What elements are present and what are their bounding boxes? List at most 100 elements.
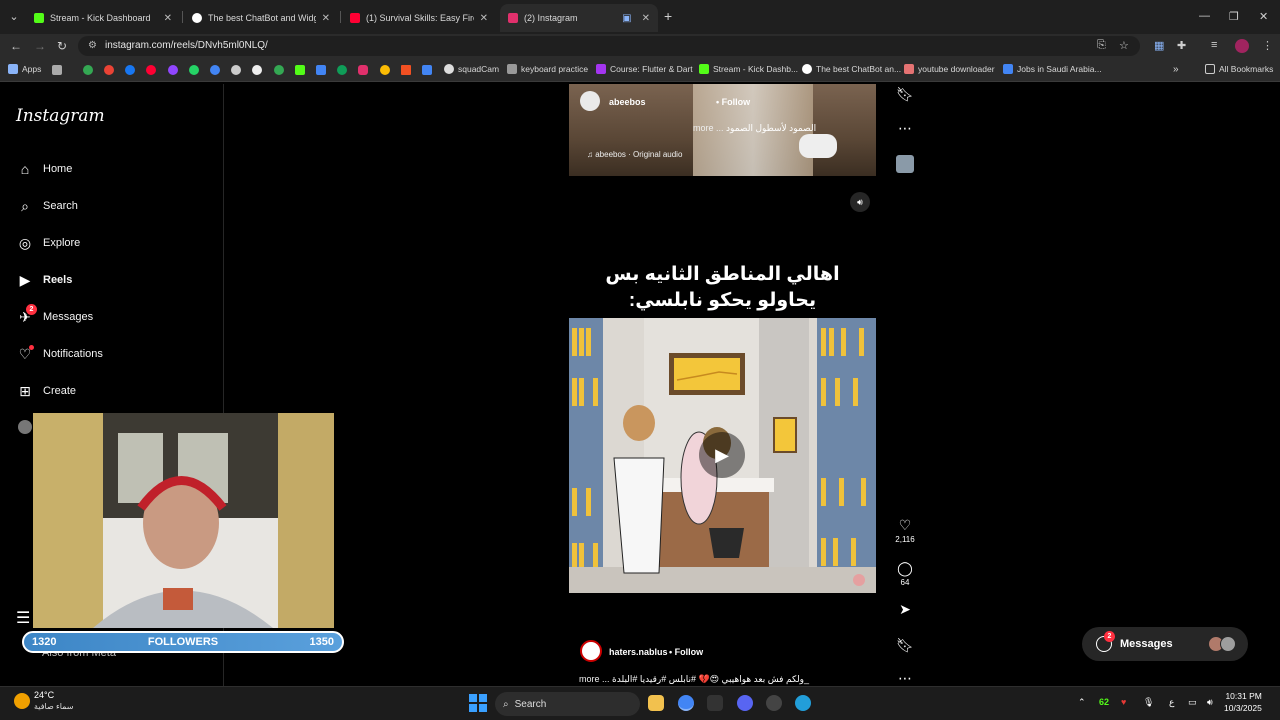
close-tab-icon[interactable]: ✕: [322, 13, 330, 24]
bookmark-icon[interactable]: [210, 65, 220, 75]
more-options-button[interactable]: ⋯: [894, 670, 916, 686]
bookmark-course-flutter[interactable]: Course: Flutter & Dart: [596, 64, 693, 74]
bookmark-icon[interactable]: [104, 65, 114, 75]
reel2-follow-button[interactable]: • Follow: [669, 647, 703, 657]
microphone-icon[interactable]: 🎙︎: [1143, 697, 1154, 708]
all-bookmarks[interactable]: All Bookmarks: [1205, 64, 1273, 74]
discord-icon[interactable]: [737, 695, 753, 711]
profile-avatar[interactable]: [1235, 39, 1249, 53]
volume-icon[interactable]: 🔊︎: [1207, 697, 1213, 708]
bookmark-keyboard-practice[interactable]: keyboard practice: [507, 64, 588, 74]
reel1-caption[interactable]: more ... الصمود لأسطول الصمود: [693, 123, 816, 134]
browser-menu-icon[interactable]: ⋮: [1262, 39, 1273, 52]
facebook-icon[interactable]: [125, 65, 135, 75]
reel1-follow-button[interactable]: • Follow: [716, 97, 750, 107]
tab-instagram[interactable]: (2) Instagram ▣ ✕: [500, 4, 658, 32]
tray-app-icon[interactable]: ♥: [1121, 697, 1126, 707]
close-tab-icon[interactable]: ✕: [642, 13, 650, 24]
drive-icon[interactable]: [380, 65, 390, 75]
more-bookmarks-icon[interactable]: »: [1173, 64, 1179, 75]
keyboard-language[interactable]: ع: [1169, 697, 1174, 708]
bookmark-icon[interactable]: [274, 65, 284, 75]
bookmark-youtube-downloader[interactable]: youtube downloader: [904, 64, 995, 74]
restore-icon[interactable]: ❐: [1229, 10, 1239, 23]
tray-overflow-icon[interactable]: ⌃: [1078, 697, 1086, 708]
bookmark-kick-dashboard[interactable]: Stream - Kick Dashb...: [699, 64, 798, 74]
bookmark-icon[interactable]: [83, 65, 93, 75]
mute-toggle-icon[interactable]: 🔊︎: [850, 192, 870, 212]
translate-icon[interactable]: [316, 65, 326, 75]
extension-icon[interactable]: ▦: [1154, 39, 1164, 52]
nav-notifications[interactable]: ♡ Notifications: [16, 345, 103, 363]
system-clock[interactable]: 10:31 PM 10/3/2025: [1224, 690, 1262, 714]
nav-messages[interactable]: ✈ 2 Messages: [16, 304, 93, 326]
app-icon[interactable]: [766, 695, 782, 711]
site-info-icon[interactable]: ⚙: [88, 40, 97, 51]
forward-icon[interactable]: →: [34, 39, 46, 53]
nav-home[interactable]: ⌂ Home: [16, 160, 73, 178]
reel1-audio-thumbnail[interactable]: [894, 155, 916, 173]
taskbar-search[interactable]: ⌕ Search: [495, 692, 640, 716]
file-explorer-icon[interactable]: [648, 695, 664, 711]
share-button[interactable]: ➤: [894, 601, 916, 617]
tab-youtube-survival[interactable]: (1) Survival Skills: Easy Firestarti ✕: [342, 4, 496, 32]
bookmark-icon[interactable]: [231, 65, 241, 75]
reel1-username[interactable]: abeebos: [609, 97, 646, 107]
instagram-logo[interactable]: Instagram: [16, 106, 105, 126]
tab-kick-dashboard[interactable]: Stream - Kick Dashboard ✕: [26, 4, 180, 32]
nav-reels[interactable]: ▶ Reels: [16, 271, 73, 289]
more-menu-icon[interactable]: ☰: [16, 608, 30, 628]
weather-temperature[interactable]: 24°C: [34, 690, 54, 700]
tab-groups-icon[interactable]: [52, 65, 62, 75]
telegram-icon[interactable]: [795, 695, 811, 711]
bookmark-jobs-saudi[interactable]: Jobs in Saudi Arabia...: [1003, 64, 1102, 74]
close-tab-icon[interactable]: ✕: [164, 13, 172, 24]
tray-app-count[interactable]: 62: [1099, 697, 1109, 707]
windows-start-icon[interactable]: [469, 694, 487, 712]
reel1-user-avatar[interactable]: [580, 91, 600, 111]
reel2-username[interactable]: haters.nablus: [609, 647, 668, 657]
reel2-user-avatar[interactable]: [580, 640, 602, 662]
tab-search-menu-icon[interactable]: ⌄: [6, 9, 22, 25]
bookmark-chatbot[interactable]: The best ChatBot an...: [802, 64, 901, 74]
extensions-puzzle-icon[interactable]: ✚: [1177, 39, 1186, 52]
instagram-icon[interactable]: [358, 65, 368, 75]
media-control-icon[interactable]: ≡: [1211, 39, 1217, 51]
minimize-icon[interactable]: —: [1199, 10, 1210, 22]
kick-icon[interactable]: [295, 65, 305, 75]
tab-chatbot[interactable]: The best ChatBot and Widgets ✕: [184, 4, 338, 32]
close-tab-icon[interactable]: ✕: [480, 13, 488, 24]
microsoft-icon[interactable]: [401, 65, 411, 75]
messages-floating-button[interactable]: 2 Messages: [1082, 627, 1248, 661]
comment-button[interactable]: ◯ 64: [894, 560, 916, 587]
reel1-save-button[interactable]: 🔖︎: [894, 86, 916, 102]
url-field[interactable]: ⚙ instagram.com/reels/DNvh5ml0NLQ/: [78, 36, 1140, 56]
nav-create[interactable]: ⊞ Create: [16, 382, 76, 400]
play-button-icon[interactable]: ▶: [699, 432, 745, 478]
nav-explore[interactable]: ◎ Explore: [16, 234, 80, 252]
reload-icon[interactable]: ↻: [57, 39, 67, 53]
bookmark-apps[interactable]: Apps: [8, 64, 41, 74]
reel2-caption[interactable]: more ... ولكم فش بعد هواهيبي 😍💔 #نابلس #…: [579, 674, 809, 685]
youtube-icon[interactable]: [146, 65, 156, 75]
install-app-icon[interactable]: ⎘: [1097, 39, 1106, 52]
nav-search[interactable]: ⌕ Search: [16, 197, 78, 215]
whatsapp-icon[interactable]: [189, 65, 199, 75]
bookmark-icon[interactable]: [337, 65, 347, 75]
network-icon[interactable]: ▭: [1188, 697, 1197, 708]
twitch-icon[interactable]: [168, 65, 178, 75]
docs-icon[interactable]: [422, 65, 432, 75]
obs-icon[interactable]: [707, 695, 723, 711]
close-window-icon[interactable]: ✕: [1259, 10, 1268, 23]
chrome-icon[interactable]: [678, 695, 694, 711]
new-tab-icon[interactable]: +: [664, 9, 672, 23]
bookmark-star-icon[interactable]: ☆: [1119, 39, 1129, 52]
like-button[interactable]: ♡ 2,116: [894, 517, 916, 544]
bookmark-squadcam[interactable]: squadCam: [444, 64, 499, 74]
weather-moon-icon[interactable]: [14, 693, 30, 709]
weather-description[interactable]: سماء صافية: [34, 702, 74, 711]
reel1-audio[interactable]: ♫ abeebos · Original audio: [587, 150, 682, 159]
back-icon[interactable]: ←: [10, 39, 22, 53]
github-icon[interactable]: [252, 65, 262, 75]
reel1-more-button[interactable]: ⋯: [894, 120, 916, 136]
